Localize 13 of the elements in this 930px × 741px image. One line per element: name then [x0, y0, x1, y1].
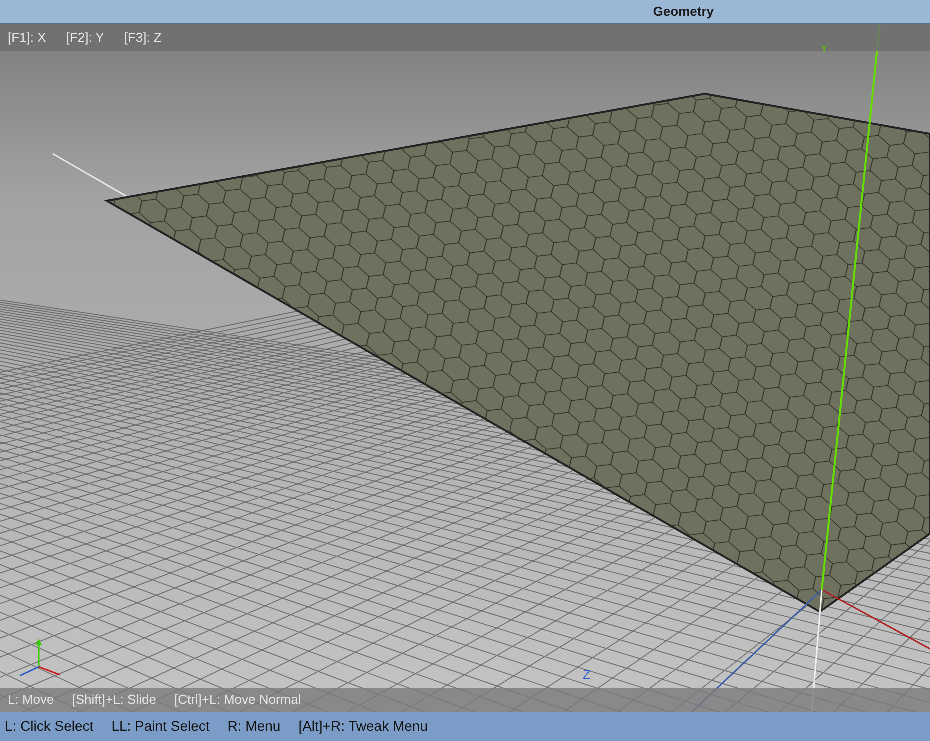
status-text: LL: Paint Select — [112, 717, 210, 736]
hint-text: [F3]: Z — [124, 28, 162, 47]
hint-text: [F2]: Y — [66, 28, 104, 47]
window-title: Geometry — [653, 2, 714, 21]
hint-text: [F1]: X — [8, 28, 46, 47]
status-text: [Alt]+R: Tweak Menu — [298, 717, 428, 736]
hint-text: [Ctrl]+L: Move Normal — [174, 691, 302, 710]
status-text: L: Click Select — [5, 717, 94, 736]
axis-label: Z — [583, 666, 591, 684]
hint-text: [Shift]+L: Slide — [72, 691, 156, 710]
axis-label: Y — [821, 43, 828, 57]
status-text: R: Menu — [228, 717, 281, 736]
hint-text: L: Move — [8, 691, 54, 710]
